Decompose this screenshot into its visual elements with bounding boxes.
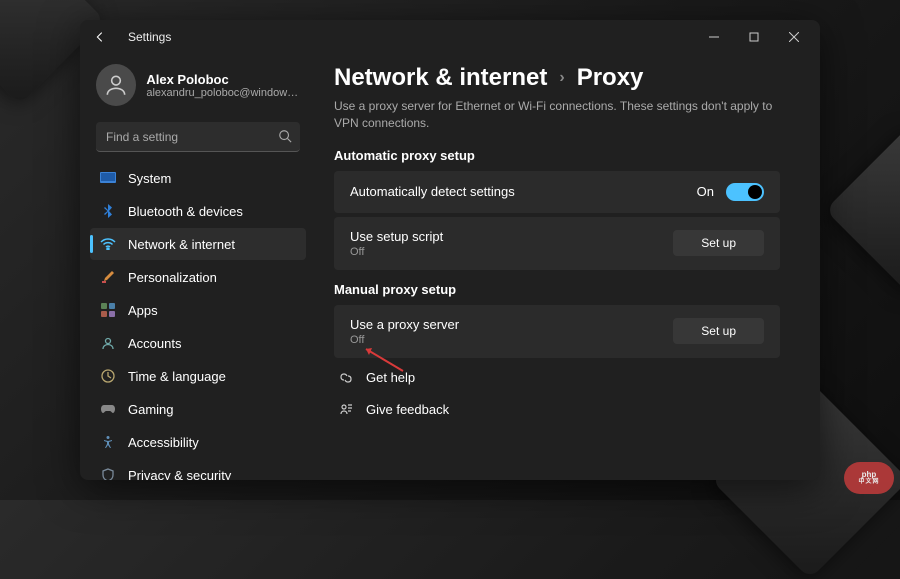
accessibility-icon bbox=[100, 434, 116, 450]
nav-label: Accounts bbox=[128, 336, 181, 351]
sidebar-item-personalization[interactable]: Personalization bbox=[90, 261, 306, 293]
card-setup-script: Use setup script Off Set up bbox=[334, 217, 780, 270]
minimize-icon bbox=[709, 32, 719, 42]
avatar bbox=[96, 64, 136, 106]
sidebar-item-gaming[interactable]: Gaming bbox=[90, 393, 306, 425]
profile-email: alexandru_poloboc@windowsreport... bbox=[146, 87, 300, 99]
window-title: Settings bbox=[128, 30, 171, 44]
shield-icon bbox=[100, 467, 116, 480]
profile-block[interactable]: Alex Poloboc alexandru_poloboc@windowsre… bbox=[90, 60, 306, 116]
search-input[interactable] bbox=[96, 122, 300, 152]
close-button[interactable] bbox=[774, 22, 814, 52]
sidebar-item-accessibility[interactable]: Accessibility bbox=[90, 426, 306, 458]
arrow-left-icon bbox=[93, 30, 107, 44]
brush-icon bbox=[100, 269, 116, 285]
system-icon bbox=[100, 170, 116, 186]
nav-label: Accessibility bbox=[128, 435, 199, 450]
apps-icon bbox=[100, 302, 116, 318]
nav-label: Bluetooth & devices bbox=[128, 204, 243, 219]
sidebar-item-apps[interactable]: Apps bbox=[90, 294, 306, 326]
breadcrumb: Network & internet › Proxy bbox=[334, 64, 780, 92]
maximize-icon bbox=[749, 32, 759, 42]
sidebar-item-accounts[interactable]: Accounts bbox=[90, 327, 306, 359]
back-button[interactable] bbox=[86, 23, 114, 51]
help-label: Get help bbox=[366, 370, 415, 385]
chevron-right-icon: › bbox=[559, 69, 564, 87]
get-help-link[interactable]: Get help bbox=[334, 362, 780, 394]
nav-label: Personalization bbox=[128, 270, 217, 285]
titlebar: Settings bbox=[80, 20, 820, 54]
sidebar-item-network[interactable]: Network & internet bbox=[90, 228, 306, 260]
card-auto-detect: Automatically detect settings On bbox=[334, 171, 780, 213]
sidebar-item-time[interactable]: Time & language bbox=[90, 360, 306, 392]
card-use-proxy: Use a proxy server Off Set up bbox=[334, 305, 780, 358]
card-status: Off bbox=[350, 246, 443, 258]
clock-icon bbox=[100, 368, 116, 384]
nav-label: Gaming bbox=[128, 402, 174, 417]
feedback-label: Give feedback bbox=[366, 402, 449, 417]
watermark-badge: php 中文网 bbox=[844, 462, 894, 494]
feedback-link[interactable]: Give feedback bbox=[334, 394, 780, 426]
nav-label: System bbox=[128, 171, 171, 186]
content-area: Network & internet › Proxy Use a proxy s… bbox=[310, 54, 820, 480]
maximize-button[interactable] bbox=[734, 22, 774, 52]
section-manual-title: Manual proxy setup bbox=[334, 282, 780, 297]
sidebar: Alex Poloboc alexandru_poloboc@windowsre… bbox=[80, 54, 310, 480]
page-description: Use a proxy server for Ethernet or Wi-Fi… bbox=[334, 98, 780, 132]
settings-window: Settings Alex Poloboc alexandru_poloboc bbox=[80, 20, 820, 480]
nav-label: Privacy & security bbox=[128, 468, 231, 481]
sidebar-item-bluetooth[interactable]: Bluetooth & devices bbox=[90, 195, 306, 227]
nav-label: Network & internet bbox=[128, 237, 235, 252]
close-icon bbox=[789, 32, 799, 42]
setup-script-button[interactable]: Set up bbox=[673, 230, 764, 256]
help-icon bbox=[338, 370, 354, 386]
nav-list: System Bluetooth & devices Network & int… bbox=[90, 162, 306, 480]
feedback-icon bbox=[338, 402, 354, 418]
card-status: Off bbox=[350, 334, 459, 346]
gaming-icon bbox=[100, 401, 116, 417]
card-label: Use a proxy server bbox=[350, 317, 459, 332]
bluetooth-icon bbox=[100, 203, 116, 219]
search-icon bbox=[278, 129, 292, 148]
minimize-button[interactable] bbox=[694, 22, 734, 52]
wifi-icon bbox=[100, 236, 116, 252]
profile-name: Alex Poloboc bbox=[146, 72, 300, 87]
accounts-icon bbox=[100, 335, 116, 351]
nav-label: Time & language bbox=[128, 369, 226, 384]
breadcrumb-parent[interactable]: Network & internet bbox=[334, 64, 547, 92]
card-label: Use setup script bbox=[350, 229, 443, 244]
sidebar-item-privacy[interactable]: Privacy & security bbox=[90, 459, 306, 480]
card-label: Automatically detect settings bbox=[350, 184, 515, 199]
breadcrumb-current: Proxy bbox=[577, 64, 644, 92]
nav-label: Apps bbox=[128, 303, 158, 318]
section-auto-title: Automatic proxy setup bbox=[334, 148, 780, 163]
proxy-setup-button[interactable]: Set up bbox=[673, 318, 764, 344]
auto-detect-toggle[interactable] bbox=[726, 183, 764, 201]
toggle-status: On bbox=[697, 184, 714, 199]
sidebar-item-system[interactable]: System bbox=[90, 162, 306, 194]
person-icon bbox=[103, 72, 129, 98]
